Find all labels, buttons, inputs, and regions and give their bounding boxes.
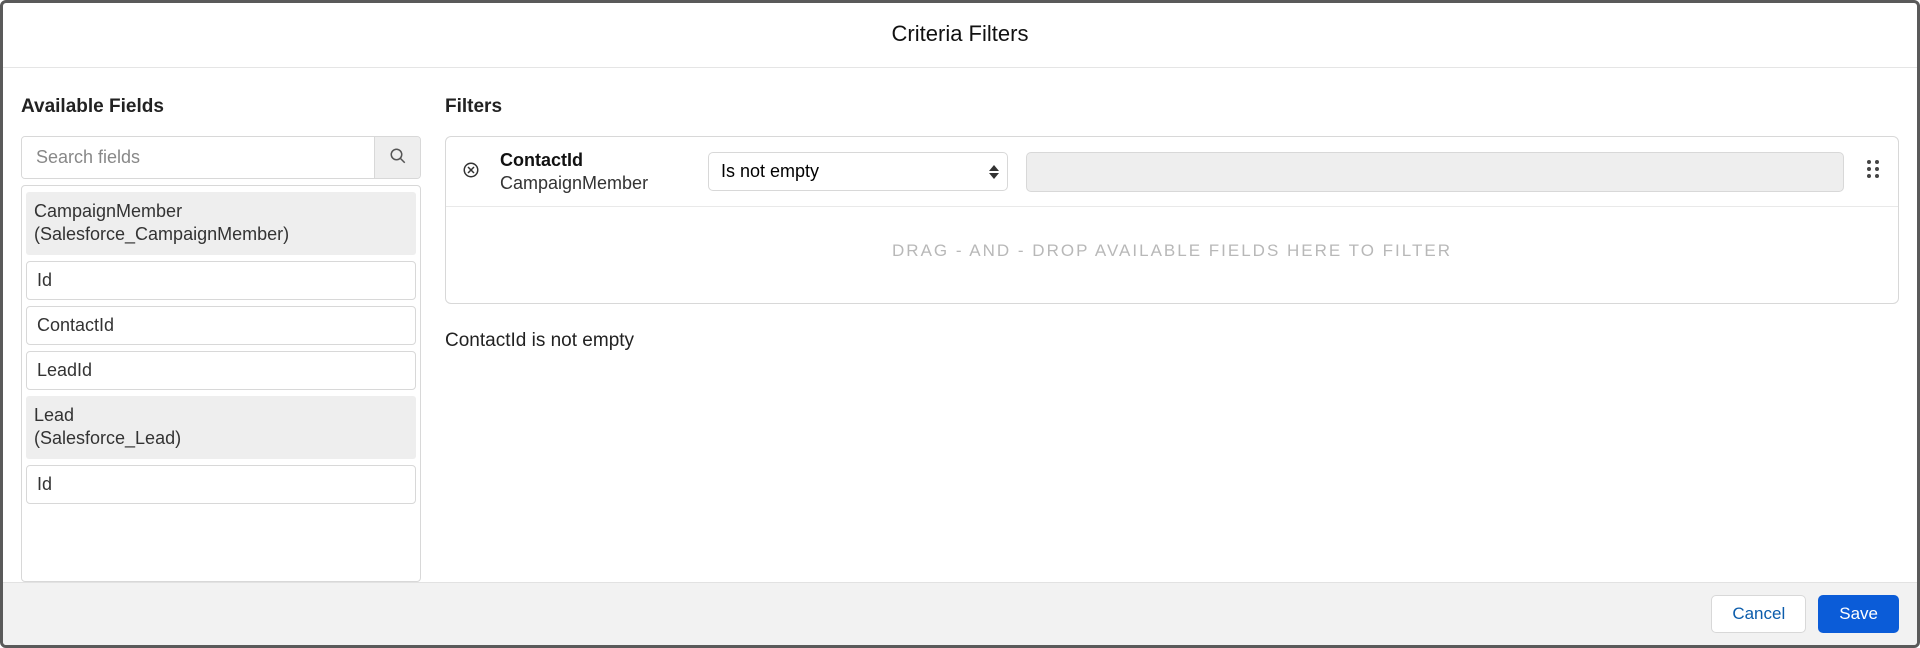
modal-body: Available Fields CampaignMember (Salesfo… — [3, 68, 1917, 582]
available-fields-panel: Available Fields CampaignMember (Salesfo… — [21, 96, 421, 582]
filter-field-name: ContactId — [500, 149, 690, 172]
group-api: (Salesforce_CampaignMember) — [34, 223, 408, 246]
modal-title: Criteria Filters — [3, 3, 1917, 68]
field-item[interactable]: ContactId — [26, 306, 416, 345]
available-fields-title: Available Fields — [21, 96, 421, 118]
criteria-filters-modal: Criteria Filters Available Fields Campai… — [0, 0, 1920, 648]
operator-value: Is not empty — [721, 161, 819, 181]
filters-title: Filters — [445, 96, 1899, 118]
close-circle-icon — [462, 161, 480, 182]
filter-expression: ContactId is not empty — [445, 330, 1899, 352]
save-button[interactable]: Save — [1818, 595, 1899, 633]
remove-filter-button[interactable] — [460, 161, 482, 183]
search-button[interactable] — [374, 137, 420, 178]
filter-value-input[interactable] — [1026, 152, 1844, 192]
filters-box: ContactId CampaignMember Is not empty — [445, 136, 1899, 304]
operator-select[interactable]: Is not empty — [708, 152, 1008, 191]
stepper-icon — [989, 165, 999, 179]
drop-hint[interactable]: DRAG - AND - DROP AVAILABLE FIELDS HERE … — [446, 207, 1898, 303]
grip-icon — [1865, 159, 1881, 184]
group-name: CampaignMember — [34, 200, 408, 223]
filter-label: ContactId CampaignMember — [500, 149, 690, 194]
drag-handle[interactable] — [1862, 159, 1884, 184]
field-group-header: CampaignMember (Salesforce_CampaignMembe… — [26, 192, 416, 255]
field-item[interactable]: Id — [26, 465, 416, 504]
field-item[interactable]: LeadId — [26, 351, 416, 390]
fields-list-container: CampaignMember (Salesforce_CampaignMembe… — [21, 185, 421, 582]
search-row — [21, 136, 421, 179]
modal-footer: Cancel Save — [3, 582, 1917, 645]
search-input[interactable] — [22, 137, 374, 178]
cancel-button[interactable]: Cancel — [1711, 595, 1806, 633]
field-group-header: Lead (Salesforce_Lead) — [26, 396, 416, 459]
group-api: (Salesforce_Lead) — [34, 427, 408, 450]
filters-panel: Filters ContactId CampaignMember Is not … — [445, 96, 1899, 582]
filter-field-source: CampaignMember — [500, 172, 690, 195]
group-name: Lead — [34, 404, 408, 427]
search-icon — [389, 147, 407, 168]
filter-row: ContactId CampaignMember Is not empty — [446, 137, 1898, 207]
field-item[interactable]: Id — [26, 261, 416, 300]
fields-list[interactable]: CampaignMember (Salesforce_CampaignMembe… — [22, 186, 420, 581]
